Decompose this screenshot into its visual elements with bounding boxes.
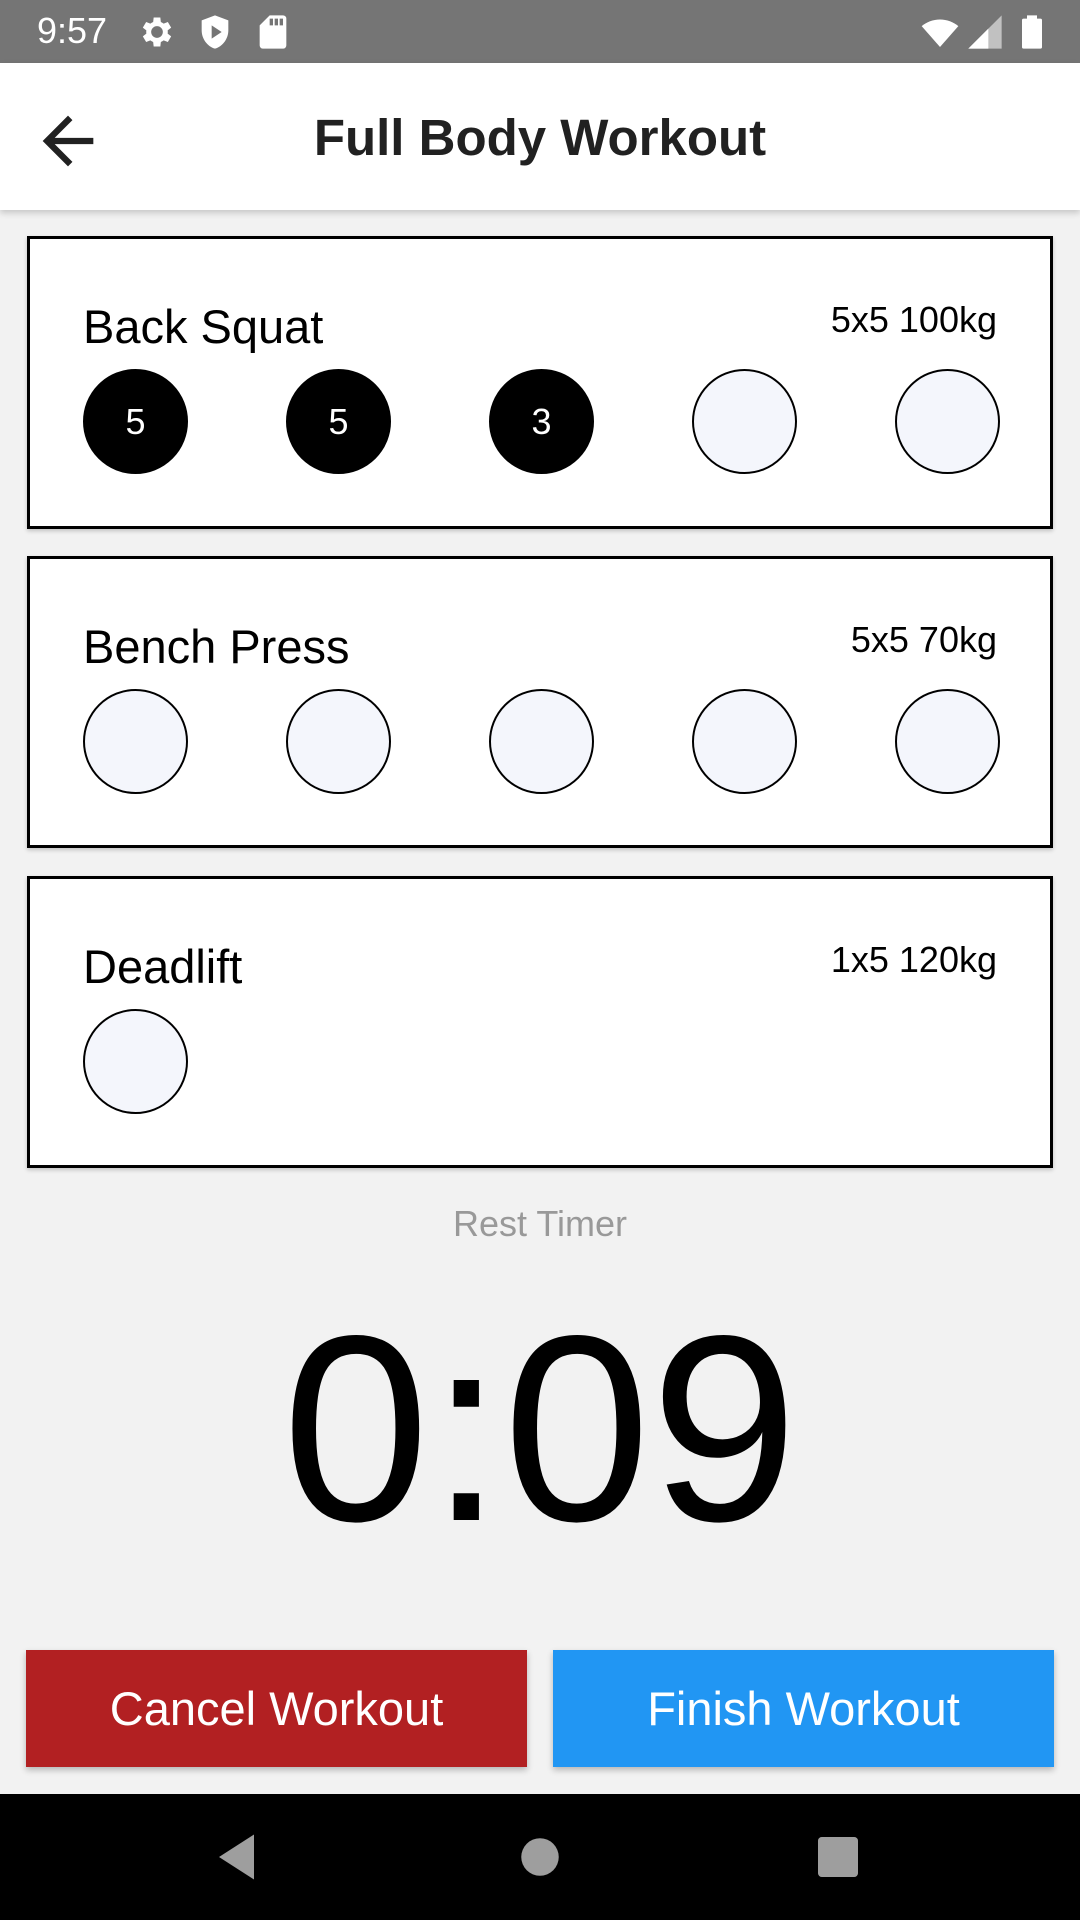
sets-row [83, 1009, 1001, 1114]
exercise-name: Bench Press [83, 620, 350, 673]
set-circle-2[interactable]: 5 [286, 369, 391, 474]
set-circle-2[interactable] [286, 689, 391, 794]
page-title: Full Body Workout [313, 109, 767, 166]
set-circle-4[interactable] [692, 369, 797, 474]
exercise-card-bench-press: Bench Press 5x5 70kg [27, 556, 1053, 848]
set-circle-5[interactable] [895, 689, 1000, 794]
exercise-name: Deadlift [83, 940, 243, 993]
exercise-scheme: 5x5 100kg [830, 299, 997, 340]
wifi-icon [920, 12, 960, 52]
status-time: 9:57 [37, 10, 108, 51]
app-bar: Full Body Workout [0, 63, 1080, 210]
finish-workout-button[interactable]: Finish Workout [553, 1650, 1054, 1767]
shield-icon [195, 12, 235, 52]
exercise-scheme: 5x5 70kg [850, 619, 997, 660]
exercise-card-back-squat: Back Squat 5x5 100kg 5 5 3 [27, 236, 1053, 529]
system-nav-bar [0, 1794, 1080, 1920]
rest-timer-value: 0:09 [282, 1281, 798, 1577]
set-circle-1[interactable] [83, 1009, 188, 1114]
status-bar: 9:57 [0, 0, 1080, 63]
set-circle-3[interactable] [489, 689, 594, 794]
exercise-name: Back Squat [83, 300, 324, 353]
back-triangle-icon[interactable] [209, 1827, 269, 1887]
battery-icon [1012, 12, 1052, 52]
exercise-scheme: 1x5 120kg [830, 939, 997, 980]
set-circle-1[interactable] [83, 689, 188, 794]
set-circle-4[interactable] [692, 689, 797, 794]
sd-card-icon [253, 12, 293, 52]
settings-icon [137, 12, 177, 52]
set-circle-5[interactable] [895, 369, 1000, 474]
set-circle-1[interactable]: 5 [83, 369, 188, 474]
exercise-card-deadlift: Deadlift 1x5 120kg [27, 876, 1053, 1168]
cancel-workout-button[interactable]: Cancel Workout [26, 1650, 527, 1767]
rest-timer-label: Rest Timer [452, 1203, 628, 1244]
set-circle-3[interactable]: 3 [489, 369, 594, 474]
sets-row: 5 5 3 [83, 369, 1001, 474]
recents-square-icon[interactable] [808, 1827, 868, 1887]
home-circle-icon[interactable] [510, 1827, 570, 1887]
signal-icon [965, 12, 1005, 52]
sets-row [83, 689, 1001, 794]
